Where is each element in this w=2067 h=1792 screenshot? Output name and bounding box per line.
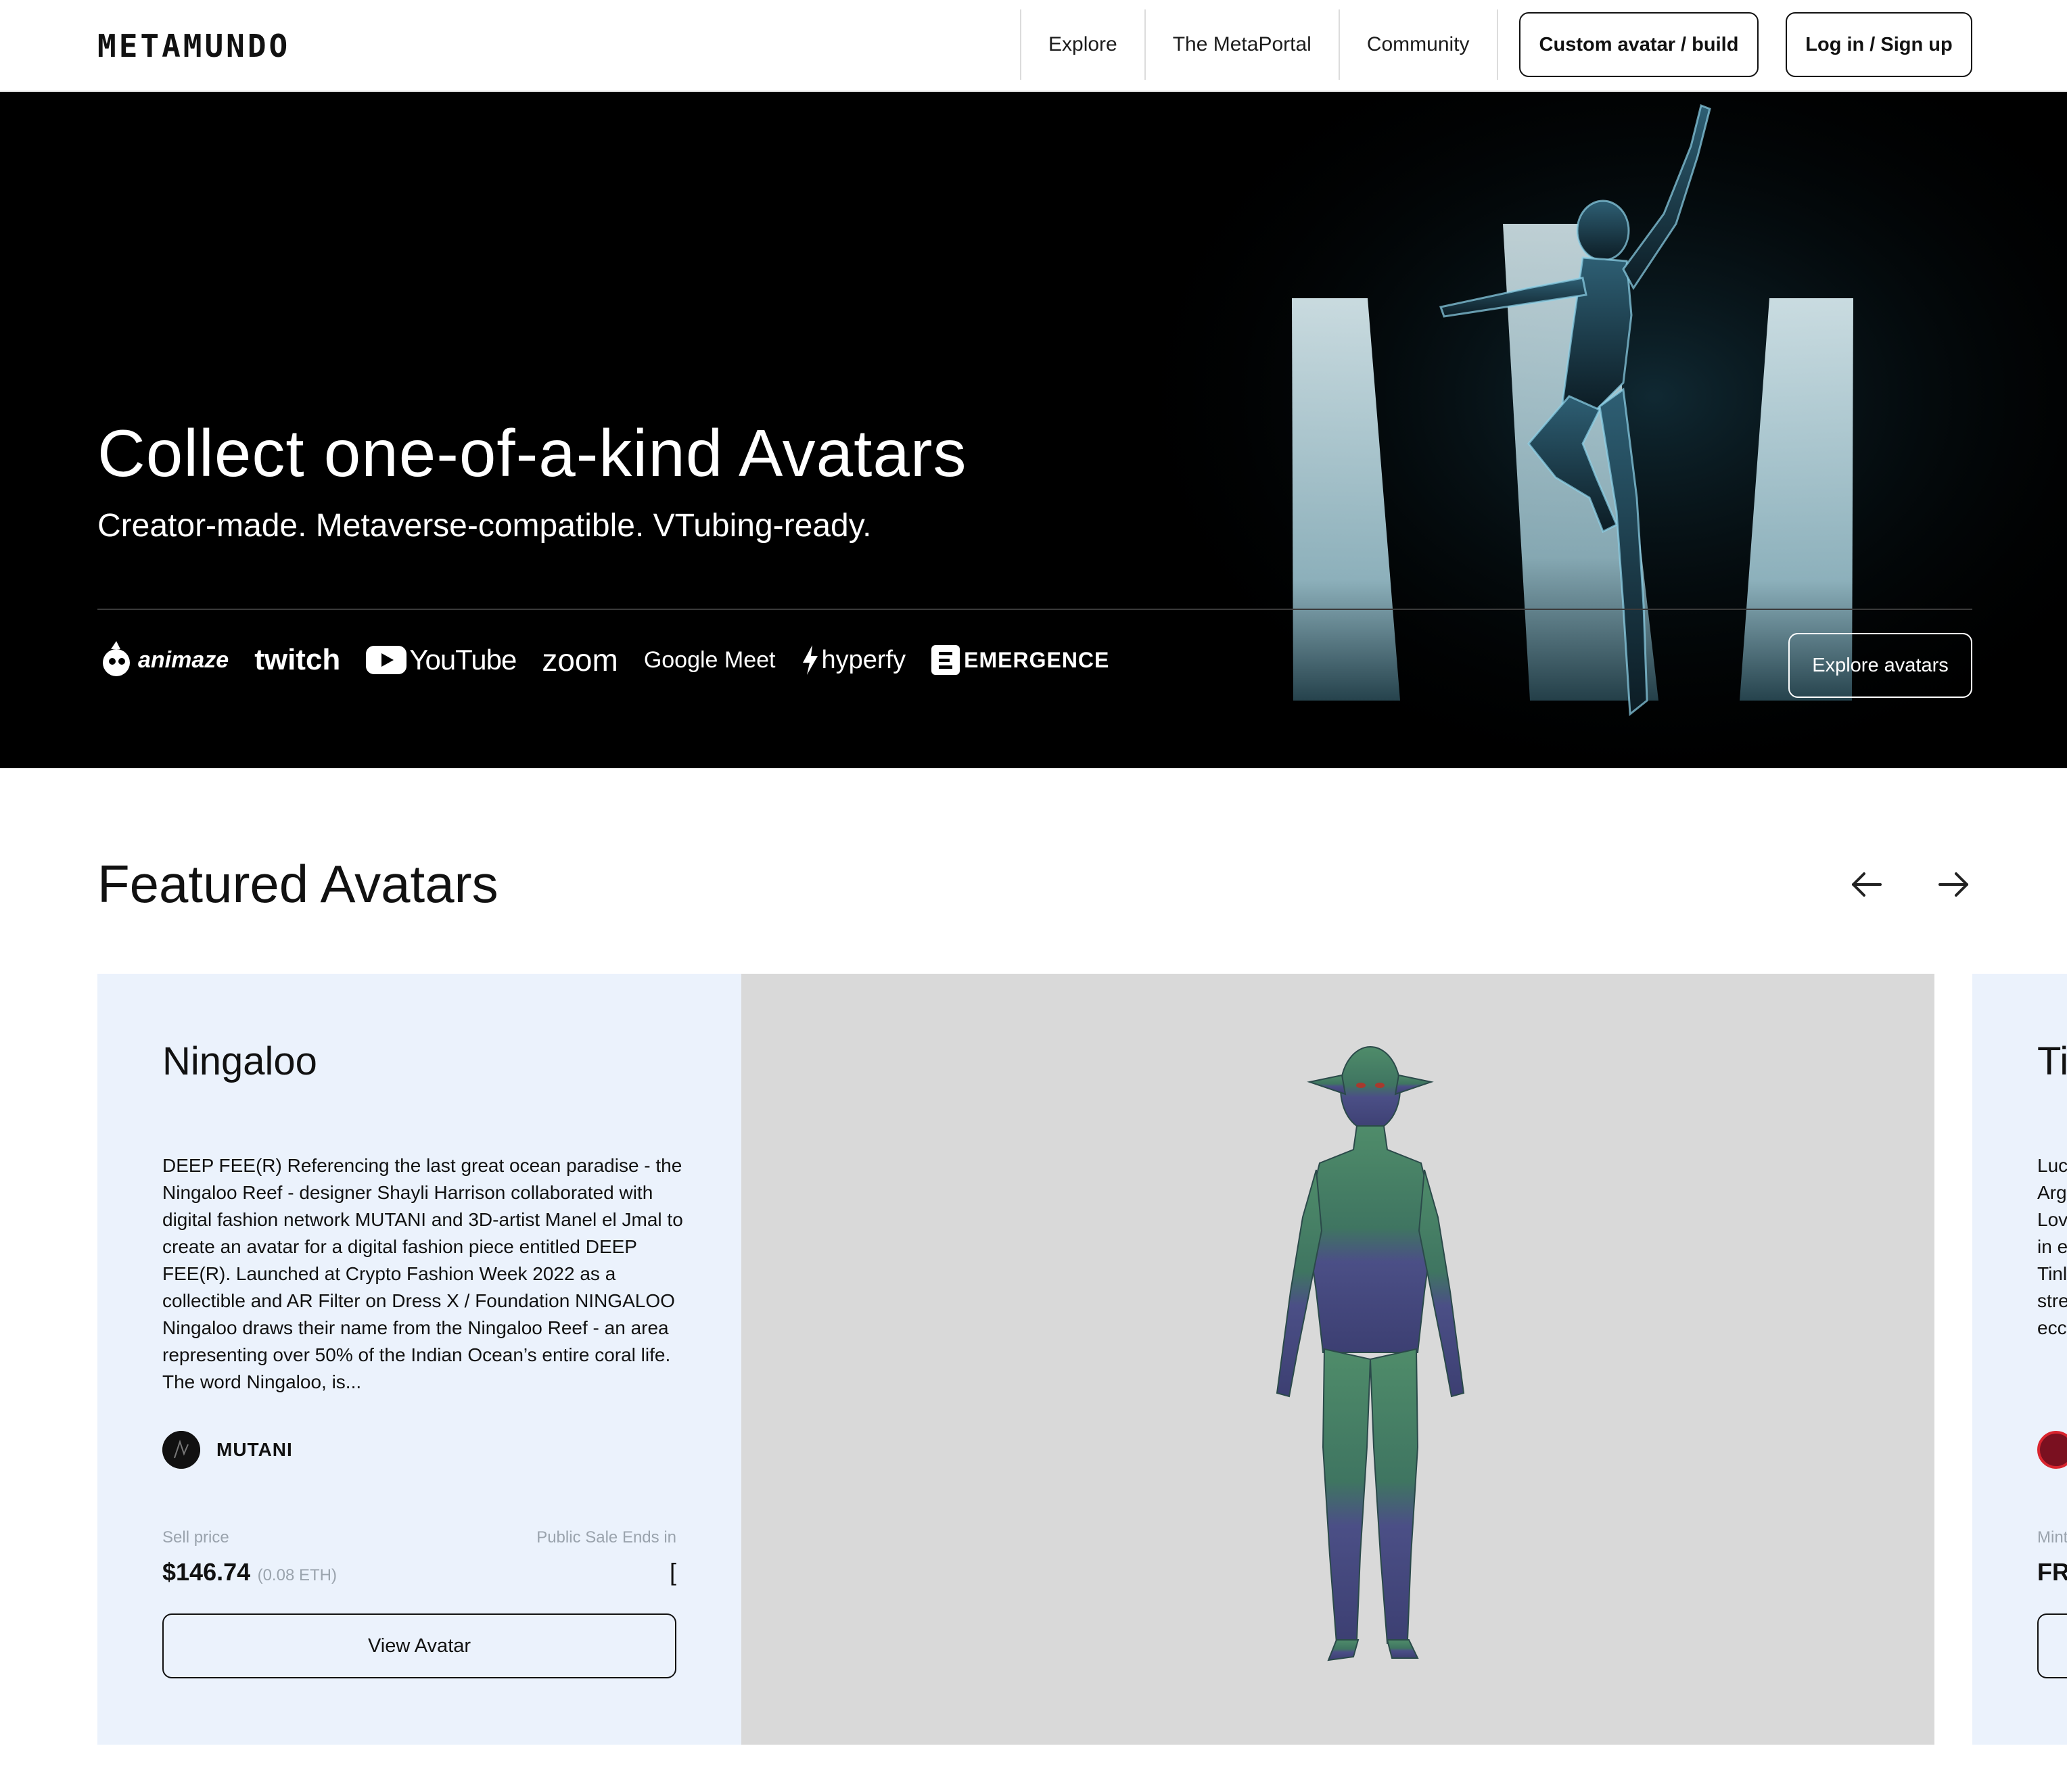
avatar-3d-viewer[interactable]: [741, 974, 1934, 1745]
google-meet-wordmark: Google Meet: [643, 646, 776, 673]
next-avatar-card-peek[interactable]: Ti Luc Arg Lov in e Tinl stre ecc Mint F…: [1972, 974, 2067, 1745]
custom-avatar-button[interactable]: Custom avatar / build: [1519, 12, 1759, 77]
hyperfy-wordmark: hyperfy: [821, 645, 906, 674]
nav-link-metaportal[interactable]: The MetaPortal: [1144, 9, 1339, 80]
youtube-play-icon: [366, 646, 407, 674]
sale-ends-label: Public Sale Ends in: [536, 1528, 676, 1547]
next-desc-line: ecc: [2037, 1317, 2067, 1338]
avatar-name: Ningaloo: [162, 1039, 317, 1083]
twitch-wordmark: twitch: [254, 643, 341, 676]
featured-avatar-card: Ningaloo DEEP FEE(R) Referencing the las…: [97, 974, 1934, 1745]
hyperfy-logo: hyperfy: [802, 645, 906, 675]
arrow-left-icon[interactable]: [1847, 864, 1887, 905]
price-usd: $146.74: [162, 1558, 251, 1586]
sell-price-label: Sell price: [162, 1528, 229, 1547]
avatar-description: DEEP FEE(R) Referencing the last great o…: [162, 1155, 683, 1392]
next-price: FR: [2037, 1558, 2067, 1586]
twitch-logo: twitch: [254, 643, 340, 677]
top-nav: METAMUNDO Explore The MetaPortal Communi…: [0, 0, 2067, 92]
featured-avatars-heading: Featured Avatars: [97, 854, 498, 914]
explore-avatars-button[interactable]: Explore avatars: [1788, 633, 1972, 698]
lightning-bolt-icon: [802, 645, 818, 675]
login-signup-button[interactable]: Log in / Sign up: [1786, 12, 1972, 77]
hero-banner: Collect one-of-a-kind Avatars Creator-ma…: [0, 92, 2067, 768]
sale-ends-countdown: [: [669, 1558, 676, 1586]
next-desc-line: Tinl: [2037, 1263, 2067, 1284]
hero-divider: [97, 609, 1972, 610]
creator-sketch-icon: [162, 1431, 200, 1469]
next-desc-line: stre: [2037, 1290, 2067, 1311]
next-avatar-description: Luc Arg Lov in e Tinl stre ecc: [2037, 1152, 2067, 1342]
zoom-logo: zoom: [542, 642, 618, 678]
creator-avatar: [162, 1431, 200, 1469]
hero-subtitle: Creator-made. Metaverse-compatible. VTub…: [97, 508, 872, 544]
arrow-right-icon[interactable]: [1933, 864, 1974, 905]
next-view-button[interactable]: [2037, 1613, 2067, 1678]
avatar-info-panel: Ningaloo DEEP FEE(R) Referencing the las…: [97, 974, 741, 1745]
nav-links: Explore The MetaPortal Community: [1020, 9, 1498, 80]
nav-link-explore[interactable]: Explore: [1020, 9, 1144, 80]
nav-link-community[interactable]: Community: [1338, 9, 1498, 80]
emergence-wordmark: EMERGENCE: [964, 647, 1110, 672]
price: $146.74 (0.08 ETH): [162, 1558, 337, 1586]
next-avatar-name: Ti: [2037, 1039, 2067, 1083]
next-mint-label: Mint: [2037, 1528, 2067, 1547]
youtube-logo: YouTube: [366, 644, 517, 676]
next-desc-line: Arg: [2037, 1182, 2067, 1203]
animaze-mascot-icon: [103, 641, 130, 676]
creator-row[interactable]: MUTANI: [162, 1431, 293, 1469]
price-eth: (0.08 ETH): [257, 1566, 337, 1584]
next-desc-line: Luc: [2037, 1155, 2067, 1176]
emergence-e-icon: [931, 645, 960, 675]
animaze-logo: animaze: [97, 640, 229, 680]
emergence-logo: EMERGENCE: [931, 645, 1109, 675]
avatar-figure-image: [1276, 1046, 1465, 1661]
next-desc-line: in e: [2037, 1236, 2067, 1257]
youtube-wordmark: YouTube: [409, 644, 517, 676]
view-avatar-button[interactable]: View Avatar: [162, 1613, 676, 1678]
next-desc-line: Lov: [2037, 1209, 2067, 1230]
google-meet-logo: Google Meet: [644, 647, 776, 674]
metamundo-logo[interactable]: METAMUNDO: [97, 27, 290, 65]
next-creator-avatar: [2037, 1431, 2067, 1469]
partner-logos: animaze twitch YouTube zoom Google Meet …: [97, 633, 1135, 687]
animaze-wordmark: animaze: [138, 646, 229, 673]
creator-name: MUTANI: [216, 1439, 293, 1460]
hero-title: Collect one-of-a-kind Avatars: [97, 416, 967, 490]
zoom-wordmark: zoom: [542, 642, 618, 678]
